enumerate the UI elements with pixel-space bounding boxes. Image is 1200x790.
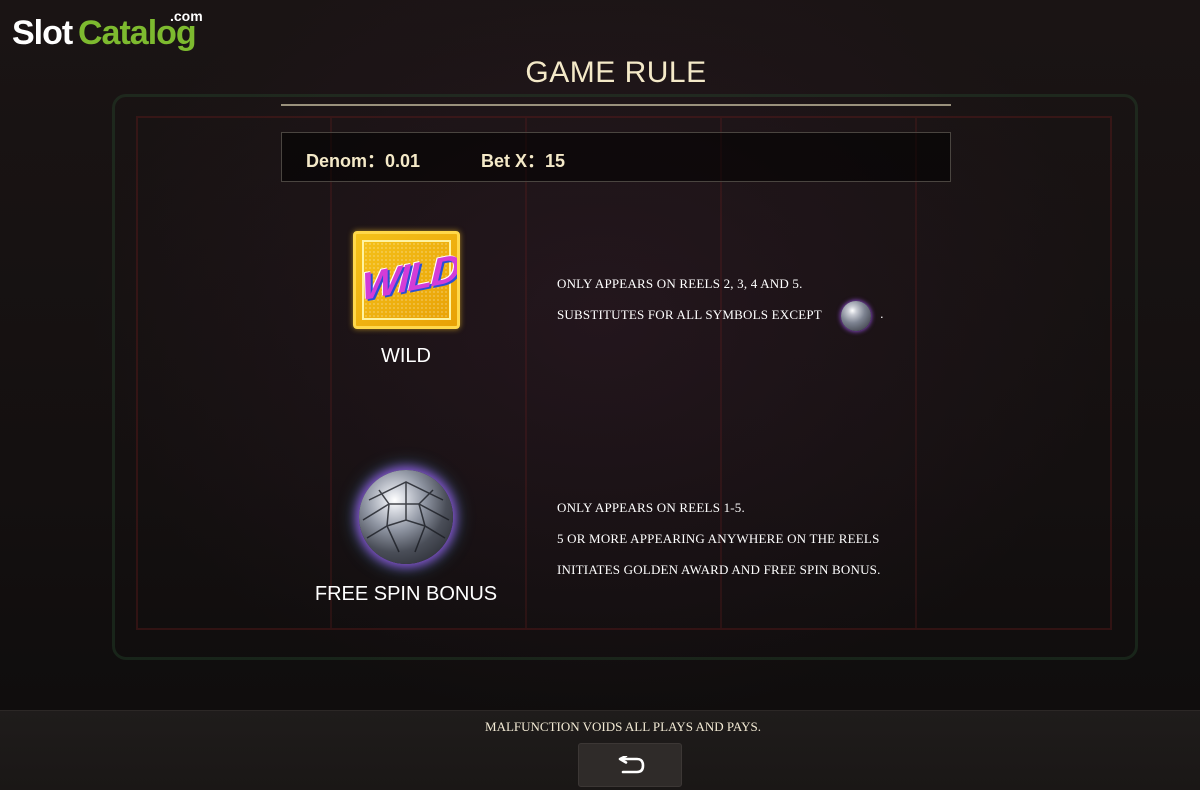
betx-value: 15 (545, 151, 566, 171)
betx-info: Bet X：15 (481, 147, 565, 173)
malfunction-notice: MALFUNCTION VOIDS ALL PLAYS AND PAYS. (485, 719, 761, 734)
title-divider (281, 104, 951, 106)
bet-info-panel: Denom：0.01 Bet X：15 (281, 132, 951, 182)
disco-ball-icon (841, 301, 871, 331)
reel-divider (720, 118, 722, 628)
rule-period: . (880, 306, 884, 321)
footer-bar: MALFUNCTION VOIDS ALL PLAYS AND PAYS. (0, 710, 1200, 790)
return-arrow-icon (618, 756, 645, 774)
logo-text: Slot (12, 14, 73, 52)
page-title: GAME RULE (525, 56, 707, 89)
bonus-rule-line: INITIATES GOLDEN AWARD AND FREE SPIN BON… (557, 562, 881, 577)
betx-label: Bet X： (481, 151, 546, 171)
wild-label: WILD (381, 345, 431, 367)
wild-rule-line: ONLY APPEARS ON REELS 2, 3, 4 AND 5. (557, 276, 803, 291)
denom-value: 0.01 (385, 151, 421, 171)
denom-label: Denom： (306, 151, 386, 171)
free-spin-bonus-label: FREE SPIN BONUS (314, 583, 498, 605)
back-button[interactable] (578, 743, 682, 787)
reel-divider (330, 118, 332, 628)
bonus-rule-line: ONLY APPEARS ON REELS 1-5. (557, 500, 745, 515)
logo-suffix: .com (170, 8, 203, 24)
reel-area (136, 116, 1112, 630)
wild-symbol-icon: WILD (353, 231, 460, 329)
bonus-rule-line: 5 OR MORE APPEARING ANYWHERE ON THE REEL… (557, 531, 880, 546)
reel-divider (525, 118, 527, 628)
wild-rule-line: SUBSTITUTES FOR ALL SYMBOLS EXCEPT (557, 307, 822, 322)
disco-ball-icon (359, 470, 453, 564)
denom-info: Denom：0.01 (306, 147, 420, 173)
reel-divider (915, 118, 917, 628)
